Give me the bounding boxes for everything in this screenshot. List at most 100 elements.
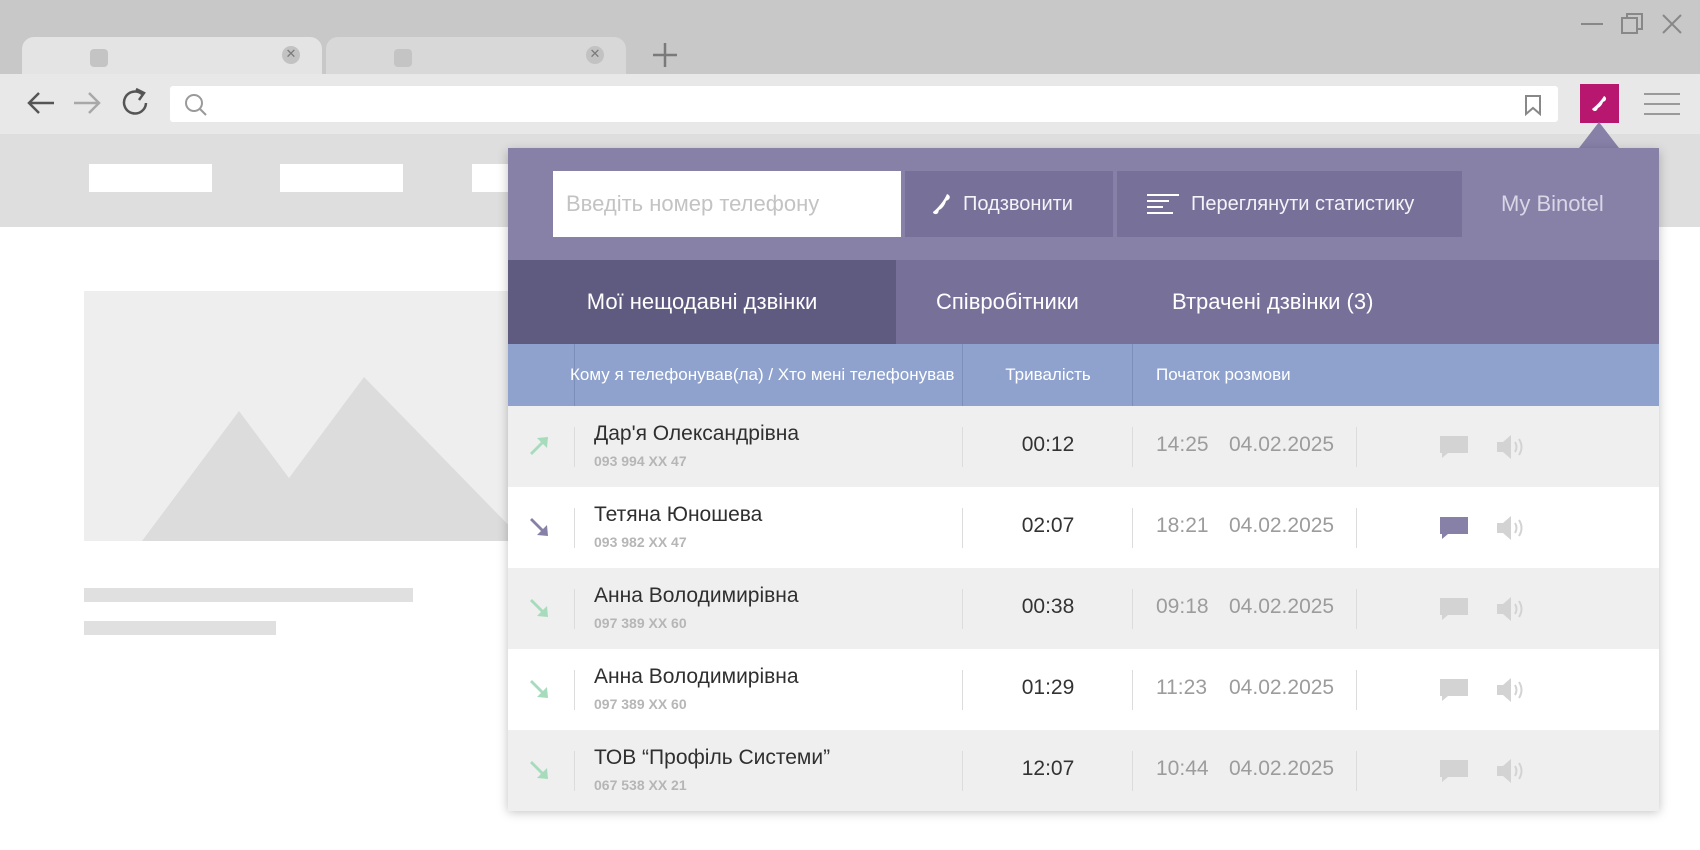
incoming-call-icon bbox=[530, 680, 548, 698]
tab-missed-calls[interactable]: Втрачені дзвінки (3) bbox=[1172, 260, 1373, 344]
tab-close-icon[interactable]: ✕ bbox=[282, 46, 300, 64]
comment-icon[interactable] bbox=[1439, 597, 1469, 621]
popup-pointer bbox=[1579, 122, 1619, 148]
call-row[interactable]: ТОВ “Профіль Системи” 067 538 XX 21 12:0… bbox=[508, 730, 1659, 811]
call-row[interactable]: Тетяна Юношева 093 982 XX 47 02:07 18:21… bbox=[508, 487, 1659, 568]
incoming-call-icon bbox=[530, 599, 548, 617]
call-duration: 02:07 bbox=[1021, 514, 1075, 537]
comment-icon[interactable] bbox=[1439, 678, 1469, 702]
row-divider bbox=[1132, 427, 1133, 467]
incoming-call-icon bbox=[530, 761, 548, 779]
view-statistics-label: Переглянути статистику bbox=[1191, 192, 1415, 215]
address-bar[interactable] bbox=[170, 86, 1558, 122]
play-recording-icon[interactable] bbox=[1495, 514, 1525, 542]
row-divider bbox=[1356, 508, 1357, 548]
play-recording-icon[interactable] bbox=[1495, 676, 1525, 704]
outgoing-call-icon bbox=[530, 437, 548, 455]
call-date: 04.02.2025 bbox=[1229, 676, 1335, 699]
comment-icon[interactable] bbox=[1439, 516, 1469, 540]
caller-number: 093 994 XX 47 bbox=[594, 453, 687, 469]
play-recording-icon[interactable] bbox=[1495, 757, 1525, 785]
close-window-icon[interactable] bbox=[1658, 10, 1686, 38]
view-statistics-button[interactable]: Переглянути статистику bbox=[1117, 171, 1462, 237]
binotel-extension-button[interactable] bbox=[1580, 84, 1619, 123]
row-divider bbox=[1356, 427, 1357, 467]
minimize-icon[interactable] bbox=[1578, 10, 1606, 38]
image-placeholder bbox=[84, 291, 524, 541]
text-line-placeholder bbox=[84, 621, 276, 635]
browser-titlebar: ✕ ✕ bbox=[0, 0, 1700, 74]
reload-icon[interactable] bbox=[116, 84, 154, 122]
call-row[interactable]: Анна Володимирівна 097 389 XX 60 01:29 1… bbox=[508, 649, 1659, 730]
tab-employees[interactable]: Співробітники bbox=[936, 260, 1079, 344]
browser-menu-icon[interactable] bbox=[1642, 89, 1682, 119]
comment-icon[interactable] bbox=[1439, 759, 1469, 783]
nav-placeholder bbox=[280, 164, 403, 192]
row-divider bbox=[574, 427, 575, 467]
browser-tab-inactive[interactable]: ✕ bbox=[326, 37, 626, 74]
call-time: 10:44 bbox=[1156, 757, 1209, 780]
column-contact: Кому я телефонував(ла) / Хто мені телефо… bbox=[570, 344, 962, 406]
call-time: 14:25 bbox=[1156, 433, 1209, 456]
call-date: 04.02.2025 bbox=[1229, 595, 1335, 618]
row-divider bbox=[1132, 589, 1133, 629]
column-duration: Тривалість bbox=[1005, 365, 1091, 384]
mountain-image-icon bbox=[142, 377, 524, 541]
call-row[interactable]: Анна Володимирівна 097 389 XX 60 00:38 0… bbox=[508, 568, 1659, 649]
call-row[interactable]: Дар'я Олександрівна 093 994 XX 47 00:12 … bbox=[508, 406, 1659, 487]
comment-icon[interactable] bbox=[1439, 435, 1469, 459]
browser-tab-active[interactable]: ✕ bbox=[22, 37, 322, 74]
column-divider bbox=[1132, 344, 1133, 406]
call-time: 11:23 bbox=[1156, 676, 1207, 699]
row-divider bbox=[574, 670, 575, 710]
nav-placeholder bbox=[472, 164, 512, 192]
forward-icon[interactable] bbox=[68, 84, 106, 122]
row-divider bbox=[574, 751, 575, 791]
caller-name: Тетяна Юношева bbox=[594, 503, 763, 526]
browser-toolbar bbox=[0, 74, 1700, 134]
my-binotel-link[interactable]: My Binotel bbox=[1501, 171, 1604, 237]
bookmark-icon[interactable] bbox=[1522, 94, 1544, 116]
row-divider bbox=[1356, 670, 1357, 710]
phone-icon bbox=[1592, 96, 1607, 112]
phone-number-input[interactable] bbox=[553, 171, 901, 237]
call-date: 04.02.2025 bbox=[1229, 433, 1335, 456]
statistics-icon bbox=[1147, 194, 1179, 214]
popup-tabs: Мої нещодавні дзвінки Співробітники Втра… bbox=[508, 260, 1659, 344]
nav-placeholder bbox=[89, 164, 212, 192]
call-button[interactable]: Подзвонити bbox=[905, 171, 1113, 237]
column-contact-label: Кому я телефонував(ла) / Хто мені телефо… bbox=[570, 365, 955, 384]
tab-favicon-icon bbox=[394, 49, 412, 67]
play-recording-icon[interactable] bbox=[1495, 595, 1525, 623]
restore-icon[interactable] bbox=[1618, 10, 1646, 38]
row-divider bbox=[574, 508, 575, 548]
back-icon[interactable] bbox=[22, 84, 60, 122]
row-divider bbox=[1132, 670, 1133, 710]
search-icon bbox=[185, 94, 207, 116]
row-divider bbox=[1132, 508, 1133, 548]
calls-table-header: Кому я телефонував(ла) / Хто мені телефо… bbox=[508, 344, 1659, 406]
caller-name: Дар'я Олександрівна bbox=[594, 422, 800, 445]
call-date: 04.02.2025 bbox=[1229, 514, 1335, 537]
new-tab-icon[interactable] bbox=[648, 38, 682, 72]
phone-icon bbox=[933, 194, 950, 215]
caller-name: Анна Володимирівна bbox=[594, 665, 799, 688]
call-time: 09:18 bbox=[1156, 595, 1209, 618]
tab-recent-calls[interactable]: Мої нещодавні дзвінки bbox=[508, 260, 896, 344]
call-duration: 12:07 bbox=[1021, 757, 1075, 780]
incoming-call-icon bbox=[530, 518, 548, 536]
call-duration: 00:12 bbox=[1021, 433, 1075, 456]
caller-name: ТОВ “Профіль Системи” bbox=[594, 746, 831, 769]
call-duration: 01:29 bbox=[1021, 676, 1075, 699]
row-divider bbox=[1356, 751, 1357, 791]
text-line-placeholder bbox=[84, 588, 413, 602]
binotel-popup: Подзвонити Переглянути статистику My Bin… bbox=[508, 148, 1659, 811]
call-duration: 00:38 bbox=[1021, 595, 1075, 618]
caller-number: 097 389 XX 60 bbox=[594, 696, 687, 712]
row-divider bbox=[574, 589, 575, 629]
call-date: 04.02.2025 bbox=[1229, 757, 1335, 780]
play-recording-icon[interactable] bbox=[1495, 433, 1525, 461]
call-time: 18:21 bbox=[1156, 514, 1209, 537]
popup-header: Подзвонити Переглянути статистику My Bin… bbox=[508, 148, 1659, 260]
tab-close-icon[interactable]: ✕ bbox=[586, 46, 604, 64]
